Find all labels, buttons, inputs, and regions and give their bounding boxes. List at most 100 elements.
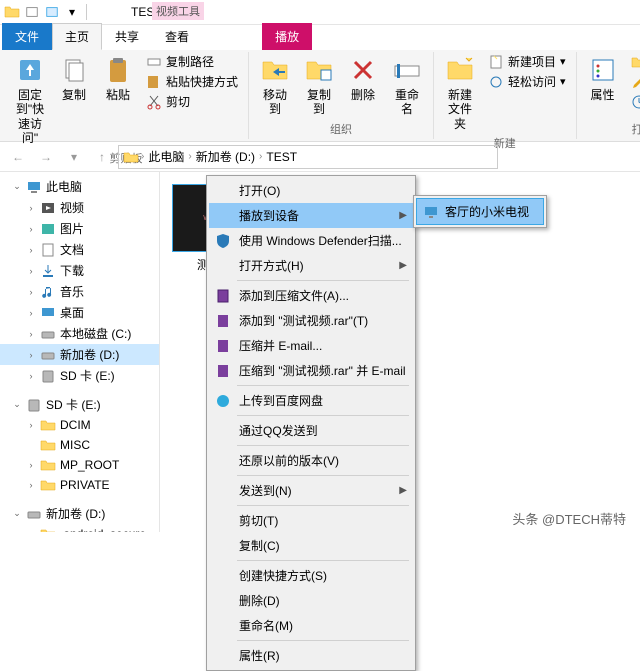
tab-file[interactable]: 文件	[2, 23, 52, 50]
ctx-separator	[237, 505, 409, 506]
nav-up-button[interactable]: ↑	[90, 145, 114, 169]
ribbon-group-open: 属性 打开▾ 编辑 历史记录 打开	[577, 52, 640, 139]
tree-videos[interactable]: ›视频	[0, 197, 159, 218]
tab-home[interactable]: 主页	[52, 23, 102, 50]
ctx-separator	[237, 415, 409, 416]
shield-icon	[215, 233, 231, 249]
tree-pictures[interactable]: ›图片	[0, 218, 159, 239]
tab-share[interactable]: 共享	[102, 23, 152, 50]
ctx-copy[interactable]: 复制(C)	[209, 533, 413, 558]
paste-button[interactable]: 粘贴	[98, 52, 138, 104]
pin-quickaccess-button[interactable]: 固定到"快 速访问"	[10, 52, 50, 148]
ctx-send-to[interactable]: 发送到(N)▶	[209, 478, 413, 503]
ctx-add-archive[interactable]: 添加到压缩文件(A)...	[209, 283, 413, 308]
copy-path-button[interactable]: 复制路径	[142, 52, 242, 71]
properties-button[interactable]: 属性	[583, 52, 623, 104]
crumb-sep[interactable]: ›	[141, 151, 144, 162]
tv-icon	[423, 204, 439, 220]
new-folder-button[interactable]: 新建 文件夹	[440, 52, 480, 133]
ctx-separator	[237, 385, 409, 386]
titlebar: ▾ 视频工具 TEST	[0, 0, 640, 25]
delete-button[interactable]: 删除	[343, 52, 383, 104]
ctx-separator	[237, 560, 409, 561]
ribbon: 固定到"快 速访问" 复制 粘贴 复制路径 粘贴快捷方式 剪切 剪贴板 移动到 …	[0, 50, 640, 142]
tree-dcim[interactable]: ›DCIM	[0, 415, 159, 435]
app-folder-icon	[4, 4, 20, 20]
tree-music[interactable]: ›音乐	[0, 281, 159, 302]
ctx-defender[interactable]: 使用 Windows Defender扫描...	[209, 228, 413, 253]
chevron-right-icon: ▶	[399, 210, 407, 221]
tree-misc[interactable]: MISC	[0, 435, 159, 455]
new-item-button[interactable]: 新建项目▾	[484, 52, 570, 71]
organize-group-label: 组织	[330, 119, 352, 139]
submenu-mi-tv[interactable]: 客厅的小米电视	[416, 198, 544, 225]
ctx-email-rar[interactable]: 压缩到 "测试视频.rar" 并 E-mail	[209, 358, 413, 383]
tree-new-d[interactable]: ›新加卷 (D:)	[0, 344, 159, 365]
ctx-add-rar[interactable]: 添加到 "测试视频.rar"(T)	[209, 308, 413, 333]
easy-access-button[interactable]: 轻松访问▾	[484, 72, 570, 91]
tree-sd-e2[interactable]: ⌄SD 卡 (E:)	[0, 394, 159, 415]
ctx-cast-device[interactable]: 播放到设备▶	[209, 203, 413, 228]
move-to-button[interactable]: 移动到	[255, 52, 295, 119]
paste-shortcut-button[interactable]: 粘贴快捷方式	[142, 72, 242, 91]
ctx-qq[interactable]: 通过QQ发送到	[209, 418, 413, 443]
ctx-open[interactable]: 打开(O)	[209, 178, 413, 203]
ctx-restore[interactable]: 还原以前的版本(V)	[209, 448, 413, 473]
crumb-1[interactable]: 新加卷 (D:)	[194, 148, 257, 165]
address-bar[interactable]: › 此电脑 › 新加卷 (D:) › TEST	[118, 145, 498, 169]
qat-dropdown-icon[interactable]: ▾	[63, 3, 81, 21]
tree-sd-e[interactable]: ›SD 卡 (E:)	[0, 365, 159, 386]
history-button[interactable]: 历史记录	[627, 92, 640, 111]
qat-btn-2[interactable]	[43, 3, 61, 21]
tree-mp-root[interactable]: ›MP_ROOT	[0, 455, 159, 475]
ctx-properties[interactable]: 属性(R)	[209, 643, 413, 668]
nav-back-button[interactable]: ←	[6, 145, 30, 169]
ribbon-group-organize: 移动到 复制到 删除 重命名 组织	[249, 52, 434, 139]
cloud-icon	[215, 393, 231, 409]
paste-label: 粘贴	[106, 88, 130, 102]
ribbon-group-clipboard: 固定到"快 速访问" 复制 粘贴 复制路径 粘贴快捷方式 剪切 剪贴板	[4, 52, 249, 139]
copy-button[interactable]: 复制	[54, 52, 94, 104]
ribbon-group-new: 新建 文件夹 新建项目▾ 轻松访问▾ 新建	[434, 52, 577, 139]
tree-local-c[interactable]: ›本地磁盘 (C:)	[0, 323, 159, 344]
ctx-baidu[interactable]: 上传到百度网盘	[209, 388, 413, 413]
nav-forward-button[interactable]: →	[34, 145, 58, 169]
copy-to-button[interactable]: 复制到	[299, 52, 339, 119]
ctx-email[interactable]: 压缩并 E-mail...	[209, 333, 413, 358]
tree-android[interactable]: .android_secure	[0, 524, 159, 532]
chevron-right-icon: ▶	[399, 260, 407, 271]
address-bar-row: ← → ▾ ↑ › 此电脑 › 新加卷 (D:) › TEST	[0, 142, 640, 172]
open-group-label: 打开	[632, 119, 640, 139]
watermark: 头条 @DTECH蒂特	[506, 507, 632, 530]
ctx-rename[interactable]: 重命名(M)	[209, 613, 413, 638]
ctx-separator	[237, 475, 409, 476]
crumb-sep[interactable]: ›	[259, 151, 262, 162]
tree-downloads[interactable]: ›下载	[0, 260, 159, 281]
ctx-open-with[interactable]: 打开方式(H)▶	[209, 253, 413, 278]
archive-icon	[215, 338, 231, 354]
tab-play[interactable]: 播放	[262, 23, 312, 50]
open-button[interactable]: 打开▾	[627, 52, 640, 71]
qat-btn-1[interactable]	[23, 3, 41, 21]
ribbon-tabs: 文件 主页 共享 查看 播放	[0, 25, 640, 50]
tab-view[interactable]: 查看	[152, 23, 202, 50]
rename-button[interactable]: 重命名	[387, 52, 427, 119]
ctx-shortcut[interactable]: 创建快捷方式(S)	[209, 563, 413, 588]
nav-tree[interactable]: ⌄此电脑 ›视频 ›图片 ›文档 ›下载 ›音乐 ›桌面 ›本地磁盘 (C:) …	[0, 172, 160, 532]
cut-button[interactable]: 剪切	[142, 92, 242, 111]
tree-private[interactable]: ›PRIVATE	[0, 475, 159, 495]
archive-icon	[215, 313, 231, 329]
tree-this-pc[interactable]: ⌄此电脑	[0, 176, 159, 197]
edit-button[interactable]: 编辑	[627, 72, 640, 91]
tree-new-d2[interactable]: ⌄新加卷 (D:)	[0, 503, 159, 524]
crumb-sep[interactable]: ›	[188, 151, 191, 162]
tree-documents[interactable]: ›文档	[0, 239, 159, 260]
ctx-delete[interactable]: 删除(D)	[209, 588, 413, 613]
chevron-right-icon: ▶	[399, 485, 407, 496]
ctx-cut[interactable]: 剪切(T)	[209, 508, 413, 533]
crumb-2[interactable]: TEST	[264, 150, 299, 164]
nav-history-dropdown[interactable]: ▾	[62, 145, 86, 169]
crumb-0[interactable]: 此电脑	[146, 148, 186, 165]
tree-desktop[interactable]: ›桌面	[0, 302, 159, 323]
ctx-separator	[237, 445, 409, 446]
